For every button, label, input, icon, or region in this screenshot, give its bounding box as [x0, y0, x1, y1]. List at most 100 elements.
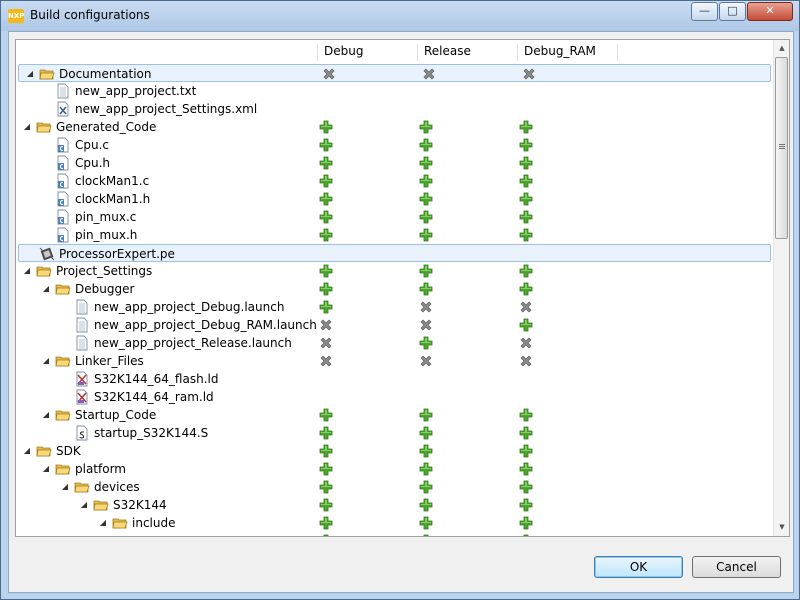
- tree-row[interactable]: new_app_project.txt: [16, 82, 773, 100]
- column-header-resource[interactable]: [16, 44, 317, 61]
- tree-row[interactable]: new_app_project_Release.launch: [16, 334, 773, 352]
- expand-arrow-icon[interactable]: ◢: [98, 517, 108, 529]
- included-plus-icon[interactable]: [419, 498, 433, 512]
- included-plus-icon[interactable]: [319, 210, 333, 224]
- close-button[interactable]: ✕: [747, 2, 793, 21]
- ok-button[interactable]: OK: [594, 556, 683, 578]
- tree-row[interactable]: ◢ Debugger: [16, 280, 773, 298]
- included-plus-icon[interactable]: [419, 408, 433, 422]
- included-plus-icon[interactable]: [319, 156, 333, 170]
- included-plus-icon[interactable]: [519, 282, 533, 296]
- excluded-x-icon[interactable]: [422, 67, 436, 81]
- tree-row[interactable]: ◢ SDK: [16, 442, 773, 460]
- excluded-x-icon[interactable]: [319, 336, 333, 350]
- included-plus-icon[interactable]: [319, 444, 333, 458]
- included-plus-icon[interactable]: [519, 228, 533, 242]
- included-plus-icon[interactable]: [519, 480, 533, 494]
- tree-row[interactable]: new_app_project_Debug_RAM.launch: [16, 316, 773, 334]
- included-plus-icon[interactable]: [419, 138, 433, 152]
- included-plus-icon[interactable]: [319, 462, 333, 476]
- expand-arrow-icon[interactable]: ◢: [22, 445, 32, 457]
- tree-row[interactable]: ◢ S32K144: [16, 496, 773, 514]
- included-plus-icon[interactable]: [319, 174, 333, 188]
- maximize-button[interactable]: □: [719, 2, 746, 21]
- included-plus-icon[interactable]: [419, 210, 433, 224]
- included-plus-icon[interactable]: [319, 480, 333, 494]
- expand-arrow-icon[interactable]: ◢: [22, 265, 32, 277]
- included-plus-icon[interactable]: [419, 174, 433, 188]
- excluded-x-icon[interactable]: [319, 318, 333, 332]
- cancel-button[interactable]: Cancel: [692, 556, 781, 578]
- included-plus-icon[interactable]: [319, 228, 333, 242]
- included-plus-icon[interactable]: [319, 300, 333, 314]
- scrollbar-thumb[interactable]: [775, 57, 788, 239]
- included-plus-icon[interactable]: [419, 336, 433, 350]
- excluded-x-icon[interactable]: [322, 67, 336, 81]
- included-plus-icon[interactable]: [319, 138, 333, 152]
- tree-row[interactable]: ◢ Documentation: [18, 64, 771, 82]
- title-bar[interactable]: NXP Build configurations — □ ✕: [1, 1, 799, 31]
- included-plus-icon[interactable]: [519, 192, 533, 206]
- tree-row[interactable]: ◢ Linker_Files: [16, 352, 773, 370]
- tree-row[interactable]: startup_S32K144.S: [16, 424, 773, 442]
- included-plus-icon[interactable]: [319, 426, 333, 440]
- excluded-x-icon[interactable]: [522, 67, 536, 81]
- excluded-x-icon[interactable]: [519, 336, 533, 350]
- included-plus-icon[interactable]: [519, 174, 533, 188]
- included-plus-icon[interactable]: [519, 498, 533, 512]
- included-plus-icon[interactable]: [519, 156, 533, 170]
- included-plus-icon[interactable]: [419, 264, 433, 278]
- included-plus-icon[interactable]: [419, 192, 433, 206]
- tree-row[interactable]: Cpu.c: [16, 136, 773, 154]
- excluded-x-icon[interactable]: [419, 354, 433, 368]
- scroll-down-arrow-icon[interactable]: ▼: [774, 519, 789, 536]
- included-plus-icon[interactable]: [519, 138, 533, 152]
- column-header-debug[interactable]: Debug: [317, 44, 417, 61]
- included-plus-icon[interactable]: [419, 120, 433, 134]
- tree-row[interactable]: S32K144_64_ram.ld: [16, 388, 773, 406]
- included-plus-icon[interactable]: [319, 282, 333, 296]
- expand-arrow-icon[interactable]: ◢: [41, 463, 51, 475]
- excluded-x-icon[interactable]: [419, 300, 433, 314]
- tree-row[interactable]: clockMan1.c: [16, 172, 773, 190]
- included-plus-icon[interactable]: [419, 426, 433, 440]
- included-plus-icon[interactable]: [319, 498, 333, 512]
- tree-row[interactable]: ◢ devices: [16, 478, 773, 496]
- expand-arrow-icon[interactable]: ◢: [41, 283, 51, 295]
- included-plus-icon[interactable]: [419, 282, 433, 296]
- excluded-x-icon[interactable]: [419, 318, 433, 332]
- included-plus-icon[interactable]: [319, 516, 333, 530]
- tree-row[interactable]: [16, 532, 773, 536]
- included-plus-icon[interactable]: [419, 516, 433, 530]
- tree-row[interactable]: ◢ Project_Settings: [16, 262, 773, 280]
- expand-arrow-icon[interactable]: ◢: [79, 499, 89, 511]
- included-plus-icon[interactable]: [519, 516, 533, 530]
- tree-row[interactable]: new_app_project_Debug.launch: [16, 298, 773, 316]
- included-plus-icon[interactable]: [419, 534, 433, 536]
- included-plus-icon[interactable]: [319, 264, 333, 278]
- expand-arrow-icon[interactable]: ◢: [25, 68, 35, 80]
- tree-row[interactable]: ◢ platform: [16, 460, 773, 478]
- tree-row[interactable]: ProcessorExpert.pe: [18, 244, 771, 262]
- included-plus-icon[interactable]: [319, 408, 333, 422]
- tree-row[interactable]: clockMan1.h: [16, 190, 773, 208]
- included-plus-icon[interactable]: [419, 444, 433, 458]
- included-plus-icon[interactable]: [519, 534, 533, 536]
- expand-arrow-icon[interactable]: ◢: [41, 355, 51, 367]
- included-plus-icon[interactable]: [519, 264, 533, 278]
- included-plus-icon[interactable]: [519, 318, 533, 332]
- included-plus-icon[interactable]: [519, 120, 533, 134]
- included-plus-icon[interactable]: [519, 426, 533, 440]
- column-header-release[interactable]: Release: [417, 44, 517, 61]
- tree-row[interactable]: new_app_project_Settings.xml: [16, 100, 773, 118]
- included-plus-icon[interactable]: [319, 192, 333, 206]
- tree-row[interactable]: S32K144_64_flash.ld: [16, 370, 773, 388]
- expand-arrow-icon[interactable]: ◢: [41, 409, 51, 421]
- included-plus-icon[interactable]: [519, 210, 533, 224]
- column-header-debug-ram[interactable]: Debug_RAM: [517, 44, 617, 61]
- included-plus-icon[interactable]: [519, 462, 533, 476]
- tree-row[interactable]: Cpu.h: [16, 154, 773, 172]
- tree-row[interactable]: ◢ Startup_Code: [16, 406, 773, 424]
- expand-arrow-icon[interactable]: ◢: [22, 121, 32, 133]
- included-plus-icon[interactable]: [319, 120, 333, 134]
